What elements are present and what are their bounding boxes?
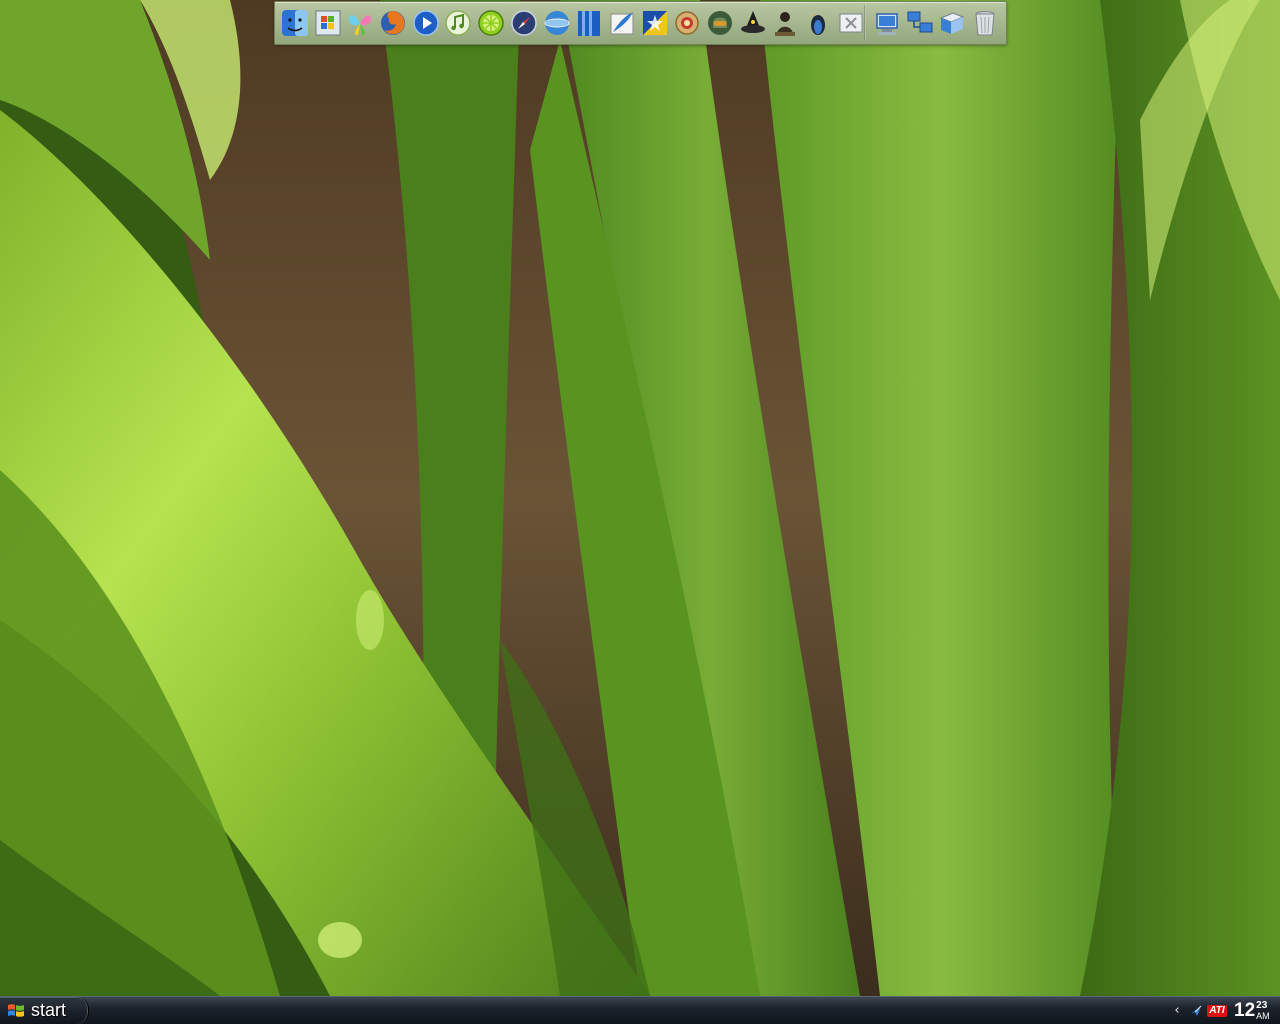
- gear-medal-icon[interactable]: [671, 7, 703, 39]
- dark-character-icon[interactable]: [769, 7, 801, 39]
- master-chief-icon[interactable]: [704, 7, 736, 39]
- firefox-icon[interactable]: [377, 7, 409, 39]
- windows-messenger-icon[interactable]: [344, 7, 376, 39]
- limewire-icon[interactable]: [475, 7, 507, 39]
- clock-minutes: 23: [1256, 999, 1268, 1011]
- ati-label: ATI: [1207, 1004, 1227, 1017]
- start-button[interactable]: start: [0, 997, 89, 1024]
- wallpaper-leaves: [0, 0, 1280, 996]
- blue-book-icon[interactable]: [573, 7, 605, 39]
- dock-app-icons: [279, 2, 867, 44]
- finder-icon[interactable]: [279, 7, 311, 39]
- my-documents-icon[interactable]: [936, 7, 968, 39]
- windows-flag-icon: [8, 1003, 24, 1017]
- network-icon[interactable]: [904, 7, 936, 39]
- clock-ampm: AM: [1256, 1010, 1270, 1021]
- dock-separator: [864, 5, 866, 41]
- taskbar: start ‹ ATI 12 23 AM: [0, 996, 1280, 1024]
- safari-compass-icon[interactable]: [508, 7, 540, 39]
- quill-icon[interactable]: [606, 7, 638, 39]
- yellow-star-icon[interactable]: [639, 7, 671, 39]
- recycle-bin-icon[interactable]: [969, 7, 1001, 39]
- dock-system-icons: [871, 2, 1002, 44]
- wizard-hat-icon[interactable]: [737, 7, 769, 39]
- system-tray: ‹ ATI 12 23 AM: [1168, 997, 1280, 1024]
- clock-hour: 12: [1234, 999, 1256, 1021]
- start-label: start: [31, 1000, 67, 1020]
- desktop-wallpaper: [0, 0, 1280, 996]
- dock-bar: [274, 1, 1007, 45]
- show-hidden-icons-chevron[interactable]: ‹: [1170, 1003, 1184, 1019]
- clock[interactable]: 12 23 AM: [1234, 999, 1270, 1023]
- ati-icon[interactable]: ATI: [1207, 1003, 1227, 1019]
- close-app-icon[interactable]: [835, 7, 867, 39]
- media-player-icon[interactable]: [410, 7, 442, 39]
- itunes-icon[interactable]: [442, 7, 474, 39]
- my-computer-icon[interactable]: [871, 7, 903, 39]
- bluetooth-icon[interactable]: [1187, 1003, 1205, 1019]
- penguin-icon[interactable]: [802, 7, 834, 39]
- globe-icon[interactable]: [541, 7, 573, 39]
- windows-explorer-icon[interactable]: [312, 7, 344, 39]
- clock-side: 23 AM: [1256, 999, 1270, 1021]
